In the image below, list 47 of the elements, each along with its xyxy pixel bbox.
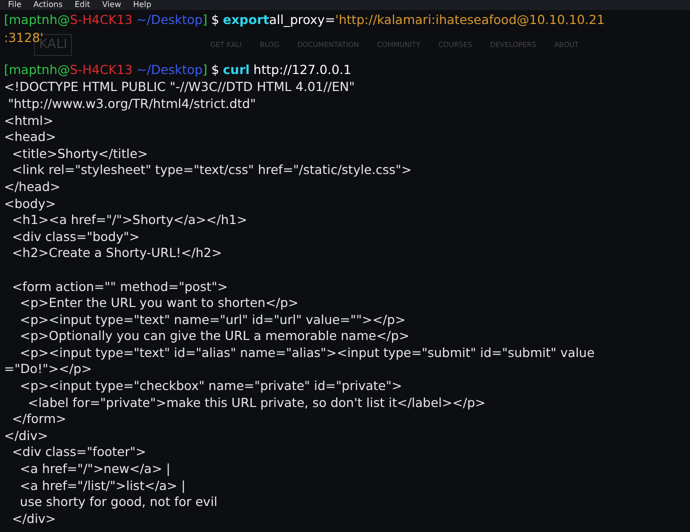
output-line: <p>Enter the URL you want to shorten</p> (18, 295, 299, 310)
command: curl (222, 60, 250, 79)
output-line: "http://www.w3.org/TR/html4/strict.dtd" (6, 96, 256, 111)
menu-item[interactable]: Edit (74, 0, 90, 10)
output-line: <p><input type="checkbox" name="private" id="private"> (18, 378, 402, 394)
prompt-part: ~/Desktop (136, 60, 203, 79)
prompt-part: S-H4CK13 (70, 60, 133, 79)
output-line: </form> (10, 411, 66, 426)
output-line: <label for="private">make this URL private, so don't list it</label></p> (26, 394, 486, 410)
menu-item[interactable]: Actions (33, 0, 63, 10)
command: export (222, 10, 270, 29)
prompt-part: S-H4CK13 (70, 10, 133, 29)
prompt-part: ~/Desktop (136, 10, 203, 29)
prompt-part: ] (202, 60, 208, 79)
output-line: <head> (4, 129, 56, 144)
prompt-part: [maptnh@ (4, 10, 70, 29)
output-line: </div> (10, 510, 56, 526)
output-line: <p>Optionally you can give the URL a memorable name</p> (18, 328, 410, 344)
output-line: <a href="/list/">list</a> | (18, 478, 186, 493)
output-line: <html> (4, 112, 54, 128)
output-line: <p><input type="text" name="url" id="url" value=""></p> (18, 312, 406, 327)
output-line: use shorty for good, not for evil (18, 494, 218, 510)
output-line: <body> (4, 196, 56, 211)
output-line: <title>Shorty</title> (10, 146, 148, 161)
prompt-symbol: $ (211, 60, 220, 79)
output-line: <div class="body"> (10, 228, 140, 244)
output-line: <h1><a href="/">Shorty</a></h1> (10, 212, 248, 228)
prompt-symbol: $ (211, 10, 220, 29)
menu-item[interactable]: Help (133, 0, 152, 10)
prompt-part: [maptnh@ (4, 60, 70, 79)
string-argument: 'http://kalamari:ihateseafood@10.10.10.21 (335, 10, 605, 29)
argument: all_proxy= (269, 10, 336, 29)
output-line: <a href="/">new</a> | (18, 461, 170, 476)
output-line: </div> (4, 428, 48, 443)
output-line: <div class="footer"> (10, 444, 146, 460)
output-line: <link rel="stylesheet" type="text/css" href="/static/style.css"> (10, 162, 412, 178)
menu-item[interactable]: File (8, 0, 22, 10)
output-line: <h2>Create a Shorty-URL!</h2> (10, 245, 222, 260)
argument: http://127.0.0.1 (253, 60, 352, 79)
output-line: <p><input type="text" id="alias" name="alias"><input type="submit" id="submit" value (18, 344, 595, 360)
string-argument: :3128' (4, 30, 44, 45)
menu-item[interactable]: View (102, 0, 122, 10)
output-line: <form action="" method="post"> (10, 278, 228, 294)
output-line: </head> (4, 178, 60, 194)
prompt-part: ] (202, 10, 208, 29)
output-line: <!DOCTYPE HTML PUBLIC "-//W3C//DTD HTML 4.01//EN" (4, 79, 355, 94)
output-line: ="Do!"></p> (4, 361, 92, 376)
